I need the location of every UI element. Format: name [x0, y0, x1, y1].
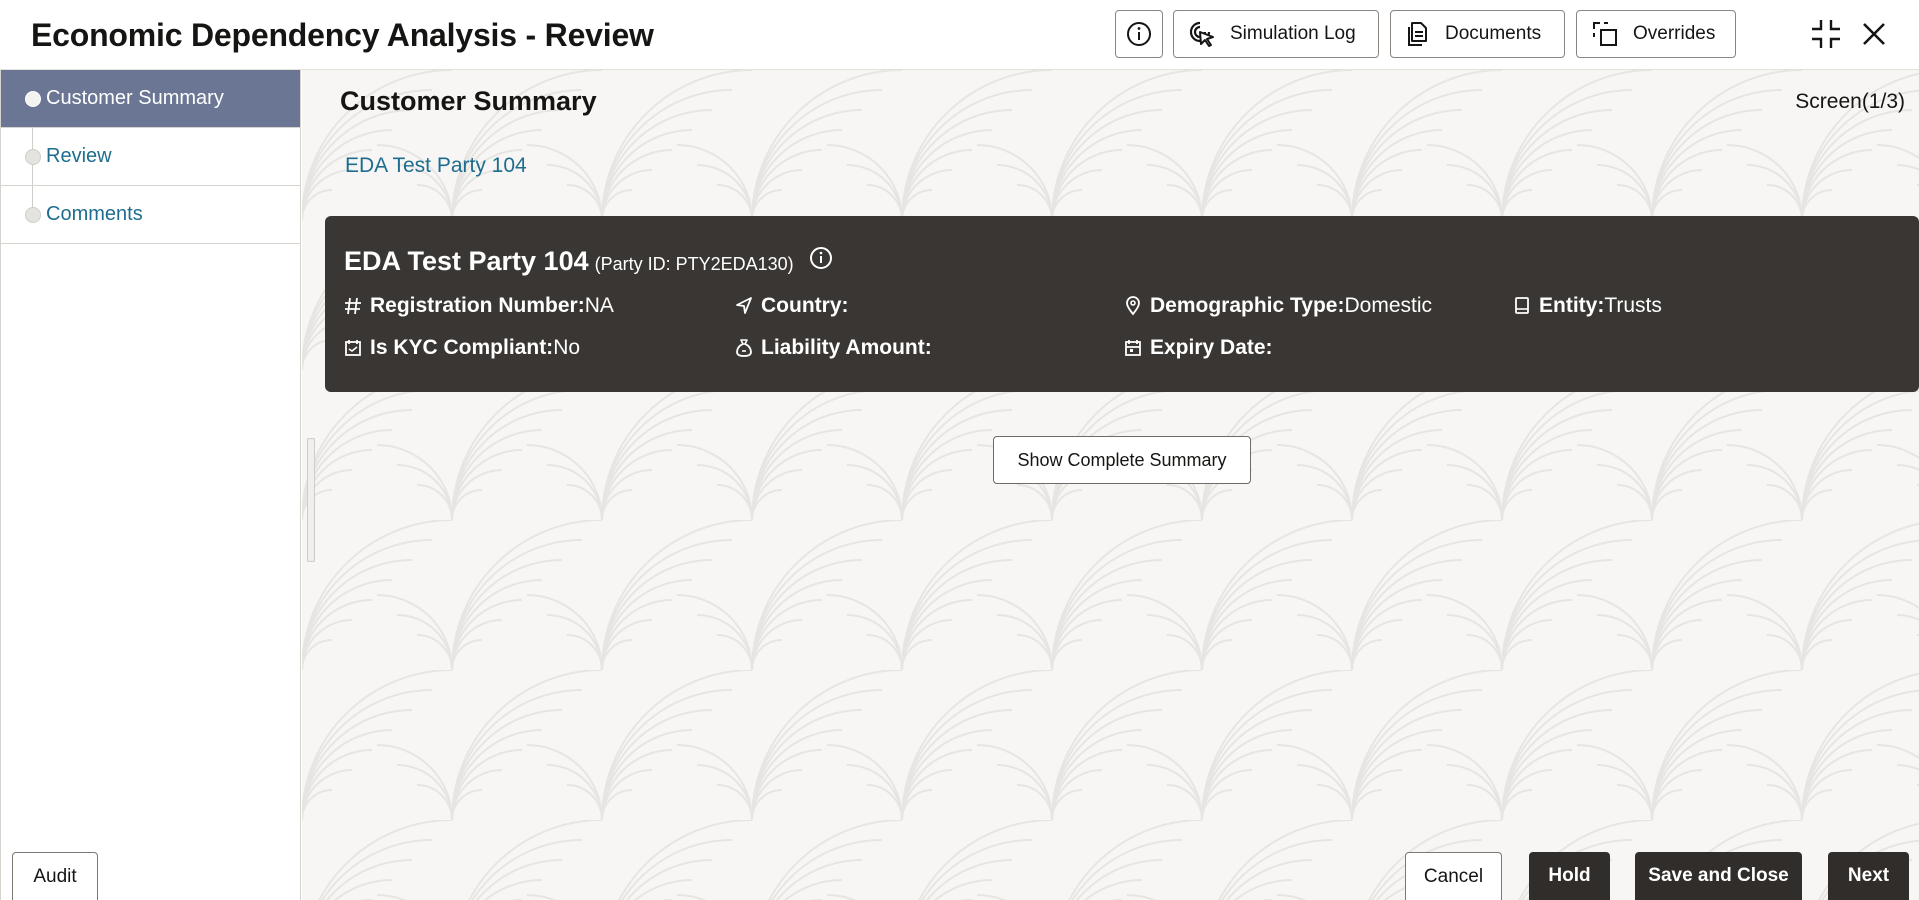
location-pin-icon: [1126, 296, 1140, 316]
party-info-button[interactable]: [809, 246, 833, 275]
party-summary-card: EDA Test Party 104 (Party ID: PTY2EDA130…: [325, 216, 1919, 392]
field-value: No: [553, 336, 581, 359]
step-dot-icon: [25, 207, 41, 223]
party-breadcrumb-link[interactable]: EDA Test Party 104: [345, 154, 527, 178]
field-label: Demographic Type:: [1150, 294, 1345, 317]
field-label: Registration Number:: [370, 294, 585, 317]
step-dot-icon: [25, 149, 41, 165]
info-button[interactable]: [1115, 10, 1163, 58]
liability-amount-field: Liability Amount:: [735, 336, 932, 360]
show-complete-summary-button[interactable]: Show Complete Summary: [993, 436, 1251, 484]
next-button[interactable]: Next: [1828, 852, 1909, 900]
documents-button[interactable]: Documents: [1390, 10, 1565, 58]
money-bag-icon: [736, 339, 752, 357]
dialog-header: Economic Dependency Analysis - Review Si…: [0, 0, 1919, 70]
overrides-label: Overrides: [1633, 23, 1716, 44]
field-value: Domestic: [1344, 294, 1433, 317]
book-icon: [1515, 297, 1529, 314]
kyc-compliant-field: Is KYC Compliant: No: [344, 336, 580, 360]
page-title: Customer Summary: [340, 86, 597, 116]
party-name-row: EDA Test Party 104 (Party ID: PTY2EDA130…: [344, 246, 794, 277]
documents-label: Documents: [1445, 23, 1542, 44]
close-icon: [1863, 23, 1885, 45]
sidebar-item-comments[interactable]: Comments: [1, 186, 300, 244]
save-and-close-button[interactable]: Save and Close: [1635, 852, 1802, 900]
overrides-icon: [1593, 22, 1617, 46]
sidebar-item-customer-summary[interactable]: Customer Summary: [1, 70, 300, 128]
field-label: Country:: [761, 294, 849, 317]
hold-button[interactable]: Hold: [1529, 852, 1610, 900]
minimize-button[interactable]: [1806, 14, 1846, 54]
field-label: Expiry Date:: [1150, 336, 1273, 359]
field-label: Entity:: [1539, 294, 1605, 317]
demographic-type-field: Demographic Type: Domestic: [1124, 294, 1432, 318]
field-label: Is KYC Compliant:: [370, 336, 554, 359]
field-value: Trusts: [1604, 294, 1662, 317]
expiry-date-field: Expiry Date:: [1124, 336, 1273, 360]
country-field: Country:: [735, 294, 849, 318]
cursor-click-icon: [1189, 21, 1214, 47]
cancel-button[interactable]: Cancel: [1405, 852, 1502, 900]
sidebar-item-label: Customer Summary: [46, 87, 224, 109]
calendar-icon: [1125, 340, 1141, 356]
documents-icon: [1408, 22, 1427, 46]
train-stop-sidebar: Customer Summary Review Comments: [0, 70, 301, 900]
main-content: Customer Summary Screen(1/3) EDA Test Pa…: [302, 70, 1919, 900]
field-value: NA: [584, 294, 614, 317]
resize-handle[interactable]: [307, 438, 315, 562]
simulation-log-button[interactable]: Simulation Log: [1173, 10, 1379, 58]
party-id: (Party ID: PTY2EDA130): [594, 254, 794, 274]
navigation-icon: [736, 297, 752, 314]
field-label: Liability Amount:: [761, 336, 932, 359]
overrides-button[interactable]: Overrides: [1576, 10, 1736, 58]
minimize-icon: [1812, 20, 1840, 48]
info-icon: [810, 247, 832, 269]
app-title: Economic Dependency Analysis - Review: [31, 17, 654, 53]
sidebar-item-review[interactable]: Review: [1, 128, 300, 186]
audit-button[interactable]: Audit: [12, 852, 98, 900]
step-dot-icon: [25, 91, 41, 107]
registration-number-field: Registration Number: NA: [344, 294, 614, 318]
sidebar-item-label: Review: [46, 145, 112, 167]
sidebar-item-label: Comments: [46, 203, 143, 225]
close-button[interactable]: [1854, 14, 1894, 54]
simulation-log-label: Simulation Log: [1230, 23, 1356, 44]
hash-icon: [345, 297, 361, 315]
screen-indicator: Screen(1/3): [1795, 90, 1905, 113]
background-pattern: [302, 70, 1919, 900]
entity-field: Entity: Trusts: [1513, 294, 1662, 318]
calendar-check-icon: [345, 340, 361, 356]
info-icon: [1127, 22, 1151, 46]
party-name: EDA Test Party 104: [344, 246, 589, 276]
